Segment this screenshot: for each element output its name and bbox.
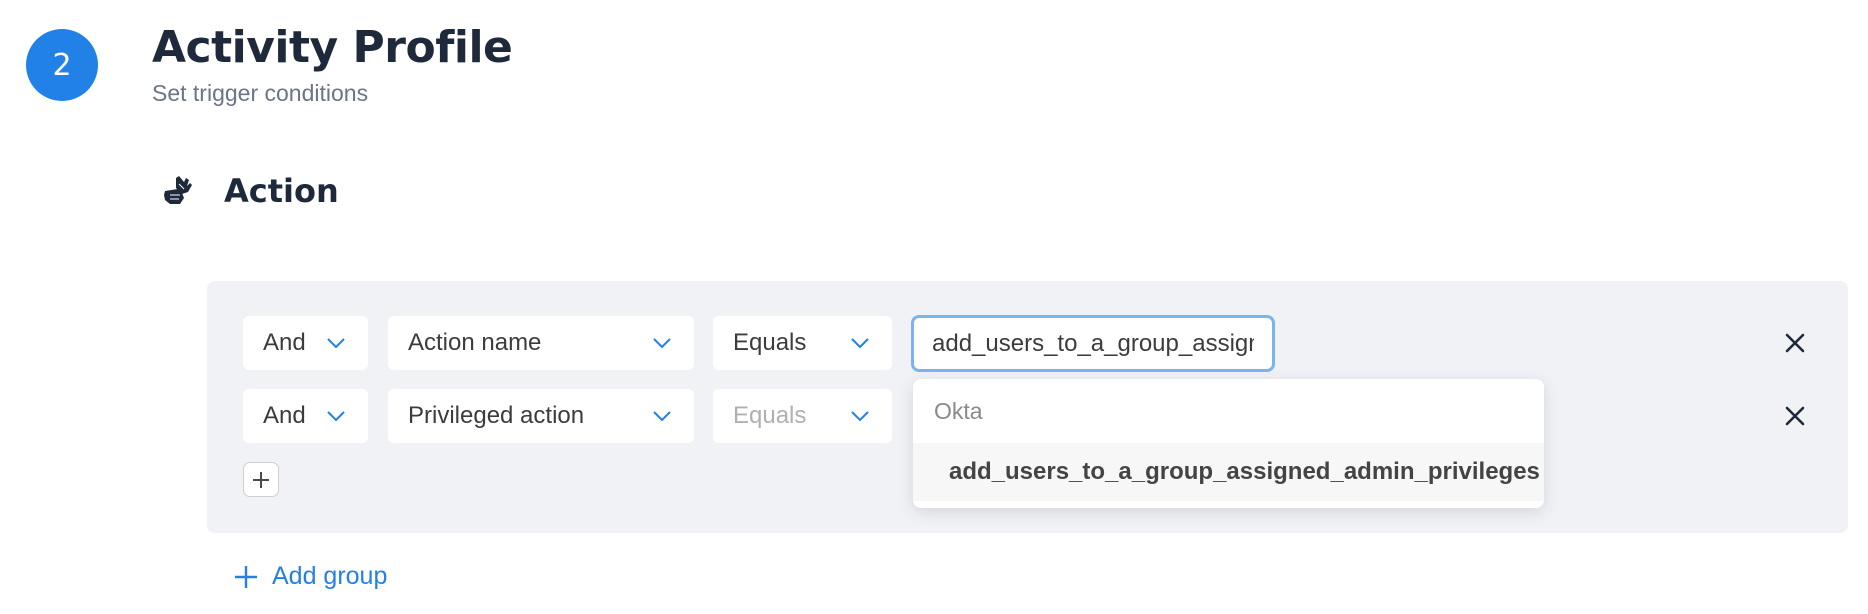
field-value: Privileged action (408, 402, 585, 429)
chevron-down-icon (653, 338, 671, 349)
condition-value-input[interactable] (911, 315, 1275, 372)
value-suggestions-dropdown: Okta add_users_to_a_group_assigned_admin… (913, 379, 1544, 508)
close-icon (1785, 333, 1805, 353)
chevron-down-icon (327, 338, 345, 349)
field-value: Action name (408, 329, 542, 356)
comparator-value: Equals (733, 329, 807, 356)
step-number-badge: 2 (26, 29, 98, 101)
sign-language-hands-icon (164, 176, 192, 204)
logic-operator-value: And (263, 329, 306, 356)
add-condition-button[interactable] (243, 462, 279, 497)
logic-operator-select[interactable]: And (243, 316, 368, 370)
chevron-down-icon (327, 411, 345, 422)
comparator-select[interactable]: Equals (713, 316, 892, 370)
dropdown-option[interactable]: add_users_to_a_group_assigned_admin_priv… (913, 443, 1544, 501)
field-select[interactable]: Action name (388, 316, 694, 370)
dropdown-group-label: Okta (934, 397, 983, 424)
page-title: Activity Profile (152, 22, 513, 73)
chevron-down-icon (653, 411, 671, 422)
comparator-value: Equals (733, 402, 807, 429)
field-select[interactable]: Privileged action (388, 389, 694, 443)
chevron-down-icon (851, 338, 869, 349)
plus-icon (253, 471, 269, 488)
chevron-down-icon (851, 411, 869, 422)
add-group-button[interactable]: Add group (234, 562, 387, 591)
plus-icon (235, 565, 257, 588)
section-title: Action (224, 172, 339, 210)
logic-operator-select[interactable]: And (243, 389, 368, 443)
page-subtitle: Set trigger conditions (152, 80, 369, 106)
comparator-select-disabled[interactable]: Equals (713, 389, 892, 443)
add-group-label: Add group (272, 562, 388, 590)
step-number: 2 (52, 47, 72, 83)
close-icon (1785, 406, 1805, 426)
remove-condition-button[interactable] (1781, 402, 1809, 430)
remove-condition-button[interactable] (1781, 329, 1809, 357)
logic-operator-value: And (263, 402, 306, 429)
